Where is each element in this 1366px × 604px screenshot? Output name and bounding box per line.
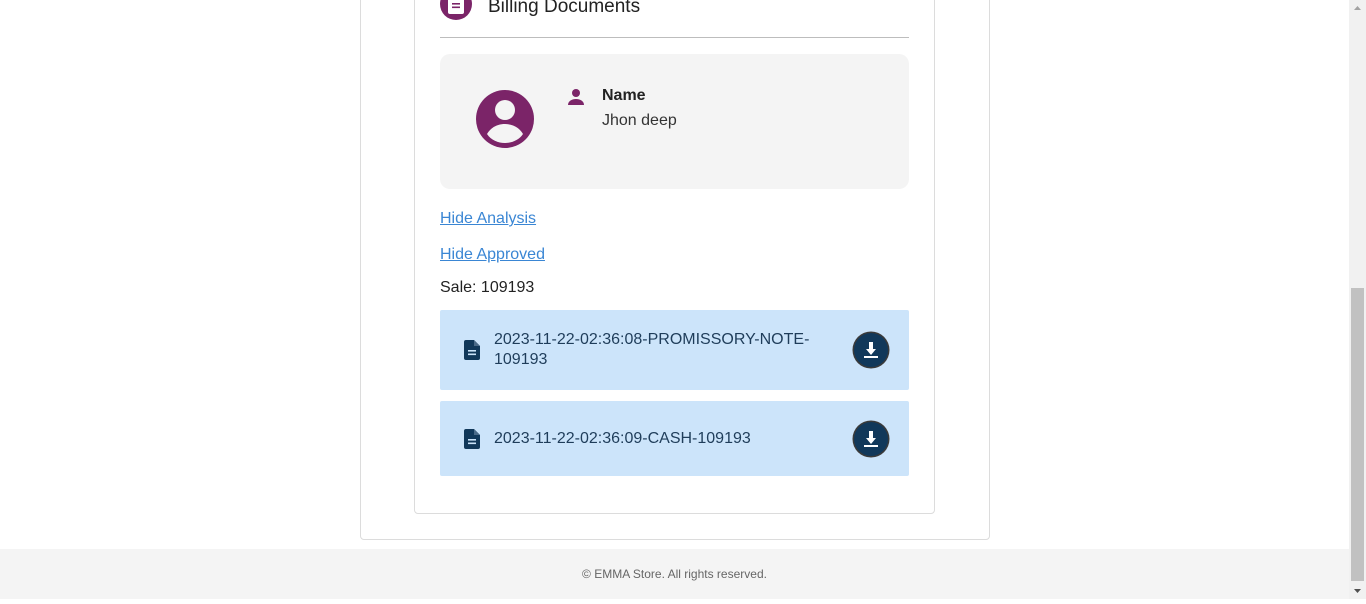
scroll-down-arrow-icon[interactable] <box>1349 582 1366 599</box>
name-value: Jhon deep <box>602 112 677 129</box>
profile-card: Name Jhon deep <box>440 54 909 189</box>
name-label: Name <box>602 87 646 104</box>
page: Billing Documents Name Jhon deep Hide An… <box>0 0 1349 599</box>
section-header: Billing Documents <box>440 0 909 38</box>
section-title: Billing Documents <box>488 0 641 17</box>
download-button[interactable] <box>854 422 888 456</box>
document-item: 2023-11-22-02:36:09-CASH-109193 <box>440 401 909 476</box>
vertical-scrollbar[interactable] <box>1349 0 1366 599</box>
scroll-up-arrow-icon[interactable] <box>1349 0 1366 17</box>
account-circle-icon <box>476 90 534 148</box>
download-button[interactable] <box>854 333 888 367</box>
person-icon <box>568 89 584 105</box>
hide-analysis-link[interactable]: Hide Analysis <box>440 210 536 228</box>
sale-number: Sale: 109193 <box>440 279 535 296</box>
download-icon <box>864 431 878 447</box>
download-icon <box>864 342 878 358</box>
copyright-text: © EMMA Store. All rights reserved. <box>582 567 767 581</box>
document-name: 2023-11-22-02:36:09-CASH-109193 <box>494 430 751 447</box>
document-icon <box>440 0 472 20</box>
scrollbar-thumb[interactable] <box>1351 288 1364 581</box>
document-name: 2023-11-22-02:36:08-PROMISSORY-NOTE-1091… <box>494 331 810 368</box>
footer: © EMMA Store. All rights reserved. <box>0 549 1349 599</box>
hide-approved-link[interactable]: Hide Approved <box>440 246 545 264</box>
file-icon <box>464 429 480 449</box>
document-item: 2023-11-22-02:36:08-PROMISSORY-NOTE-1091… <box>440 310 909 390</box>
file-icon <box>464 340 480 360</box>
